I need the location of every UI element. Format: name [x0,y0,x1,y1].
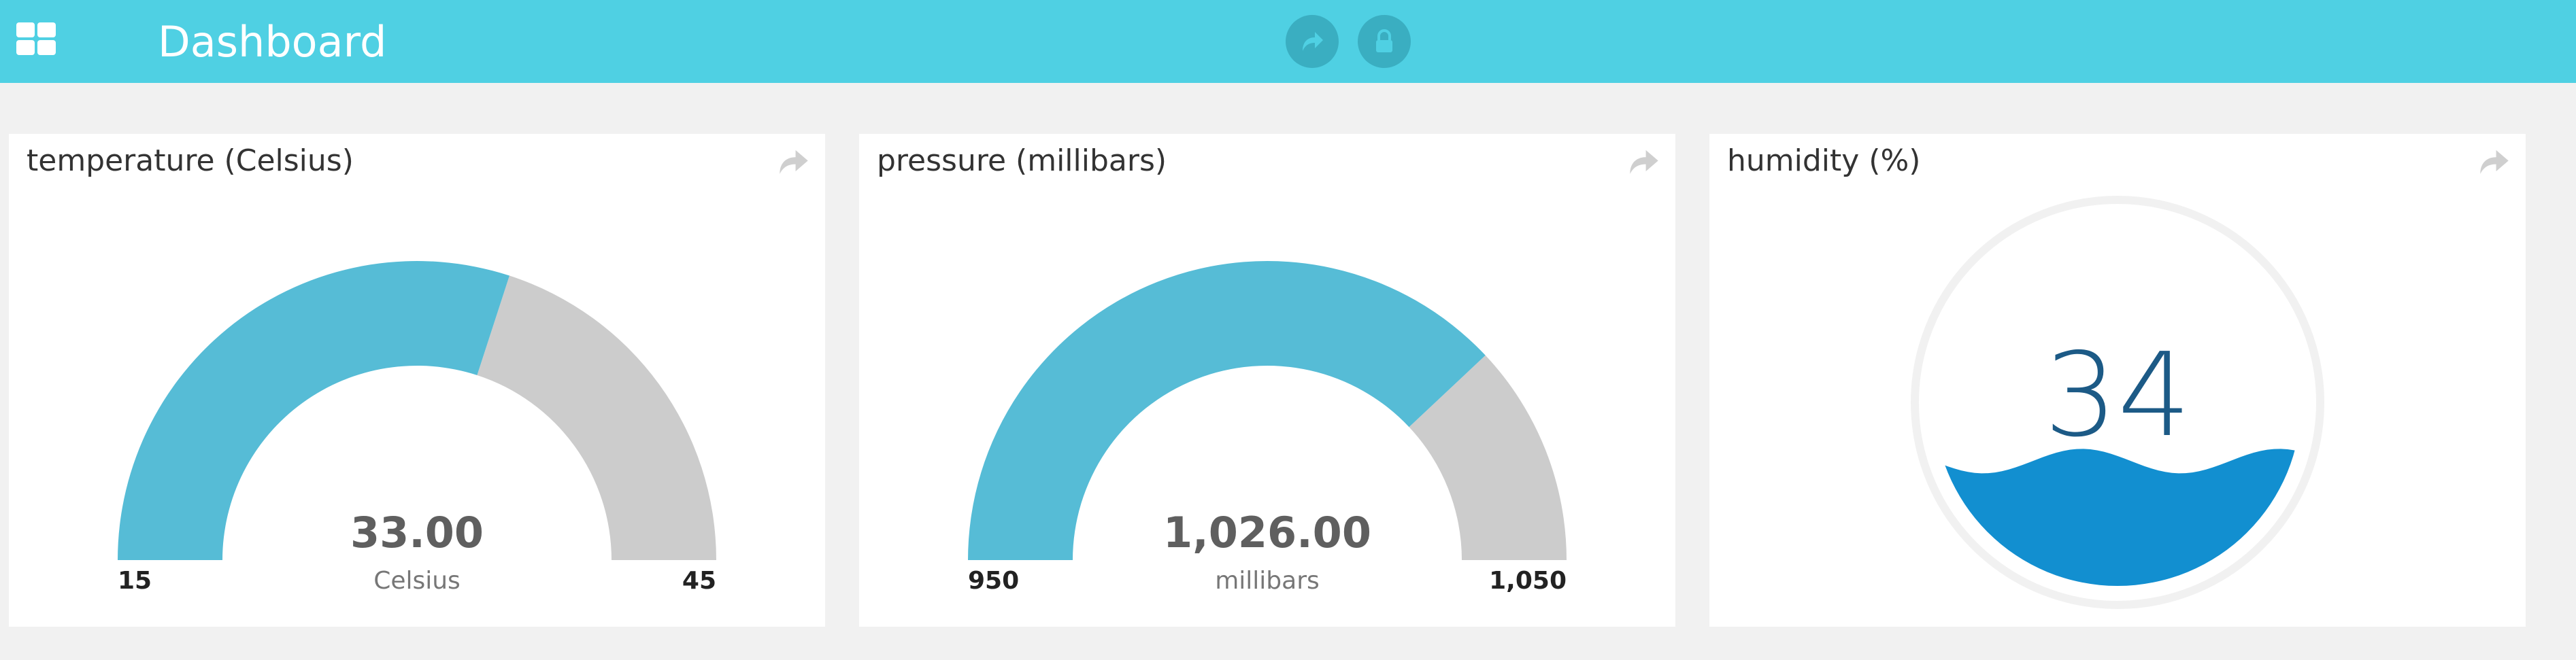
share-button[interactable] [1286,15,1339,68]
humidity-panel: humidity (%) 34 [1709,134,2526,627]
page-title: Dashboard [158,17,387,67]
lock-icon [1376,29,1392,52]
gauge-max-label: 45 [682,567,716,595]
humidity-value: 34 [2043,328,2192,463]
gauge-min-label: 15 [118,567,152,595]
water-wave [1934,449,2301,586]
pressure-panel: pressure (millibars) 1,026.00 millibars … [859,134,1675,627]
gauge-value: 1,026.00 [1163,508,1371,557]
gauge-max-label: 1,050 [1489,567,1567,595]
temperature-panel: temperature (Celsius) 33.00 Celsius 15 4… [9,134,825,627]
lock-button[interactable] [1358,15,1411,68]
gauge-value: 33.00 [350,508,484,557]
share-icon [1303,32,1323,51]
top-bar: Dashboard [0,0,2576,83]
grid-menu-icon[interactable] [16,22,57,56]
gauge-min-label: 950 [968,567,1020,595]
